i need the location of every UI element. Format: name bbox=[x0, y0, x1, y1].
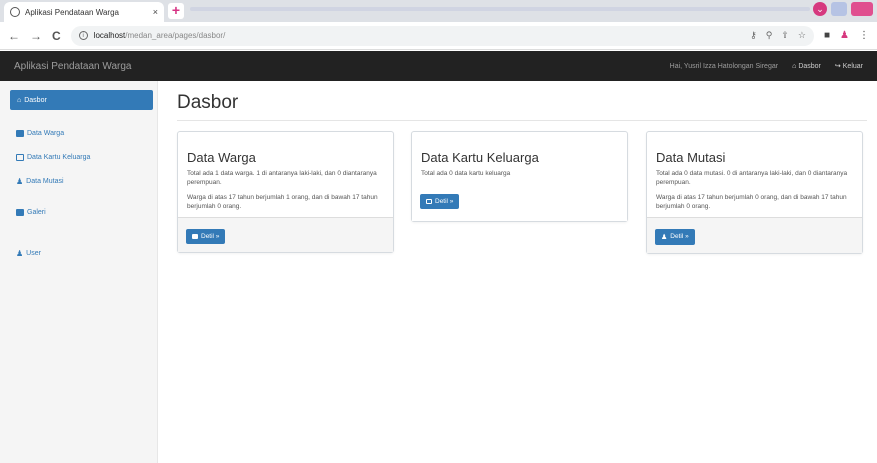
site-info-icon[interactable]: i bbox=[78, 31, 88, 40]
list-icon bbox=[16, 130, 24, 137]
user-move-icon: ♟ bbox=[661, 233, 668, 241]
nav-dasbor-link[interactable]: ⌂ Dasbor bbox=[792, 63, 821, 70]
sidebar-item-data-warga[interactable]: Data Warga bbox=[16, 130, 64, 137]
share-icon[interactable]: ⇪ bbox=[781, 30, 789, 41]
card-icon bbox=[16, 154, 24, 161]
card-footer: ♟ Detil » bbox=[647, 216, 862, 253]
sidebar-item-data-mutasi[interactable]: ♟ Data Mutasi bbox=[16, 177, 64, 186]
url-bar[interactable]: i localhost /medan_area/pages/dasbor/ ⚷ … bbox=[70, 25, 814, 46]
sidebar-item-label: Dasbor bbox=[24, 96, 47, 104]
menu-dots-icon[interactable]: ⋮ bbox=[859, 30, 869, 41]
tab-close-icon[interactable]: × bbox=[153, 7, 158, 17]
url-path: /medan_area/pages/dasbor/ bbox=[125, 31, 226, 40]
new-tab-button[interactable]: + bbox=[168, 3, 184, 19]
card-text: Total ada 0 data kartu keluarga bbox=[421, 170, 511, 177]
button-label: Detil » bbox=[201, 232, 220, 240]
detil-data-mutasi-button[interactable]: ♟ Detil » bbox=[655, 228, 695, 245]
card-footer: Detil » bbox=[412, 183, 627, 222]
window-controls: ⌄ bbox=[813, 2, 873, 16]
sidebar-item-galeri[interactable]: Galeri bbox=[16, 209, 46, 216]
card-data-kartu-keluarga: Data Kartu Keluarga Total ada 0 data kar… bbox=[411, 131, 628, 223]
logout-icon: ↪ bbox=[834, 63, 841, 70]
card-text: Warga di atas 17 tahun berjumlah 1 orang… bbox=[187, 193, 378, 211]
sidebar: ⌂ Dasbor Data Warga Data Kartu Keluarga … bbox=[0, 81, 158, 463]
card-body: Data Warga Total ada 1 data warga. 1 di … bbox=[178, 132, 393, 212]
sidebar-item-label: User bbox=[26, 250, 41, 257]
picture-icon bbox=[16, 209, 24, 216]
home-icon: ⌂ bbox=[17, 96, 22, 104]
title-divider bbox=[177, 120, 867, 121]
key-icon[interactable]: ⚷ bbox=[750, 30, 757, 41]
button-label: Detil » bbox=[670, 233, 689, 241]
button-label: Detil » bbox=[435, 198, 454, 206]
minimize-button[interactable] bbox=[831, 2, 847, 16]
nav-dasbor-label: Dasbor bbox=[798, 62, 821, 70]
detil-data-kartu-keluarga-button[interactable]: Detil » bbox=[420, 194, 460, 210]
sidebar-item-label: Data Warga bbox=[27, 130, 65, 137]
sidebar-item-dasbor[interactable]: ⌂ Dasbor bbox=[10, 90, 153, 110]
sidebar-item-label: Galeri bbox=[27, 209, 46, 216]
tabstrip-decoration bbox=[190, 7, 810, 11]
tab-search-icon[interactable]: ⌄ bbox=[813, 2, 827, 16]
card-body: Data Mutasi Total ada 0 data mutasi. 0 d… bbox=[647, 132, 862, 212]
home-icon: ⌂ bbox=[792, 62, 797, 70]
card-data-mutasi: Data Mutasi Total ada 0 data mutasi. 0 d… bbox=[646, 131, 863, 254]
extension-icon[interactable]: ♟ bbox=[840, 30, 849, 41]
zoom-icon[interactable]: ⚲ bbox=[766, 30, 773, 41]
browser-tab[interactable]: Aplikasi Pendataan Warga × bbox=[4, 2, 164, 22]
bookmark-star-icon[interactable]: ☆ bbox=[798, 30, 806, 41]
card-body: Data Kartu Keluarga Total ada 0 data kar… bbox=[412, 132, 627, 178]
url-actions: ⚷ ⚲ ⇪ ☆ bbox=[750, 30, 806, 41]
site-favicon-icon bbox=[10, 7, 20, 17]
card-text: Total ada 0 data mutasi. 0 di antaranya … bbox=[656, 170, 848, 187]
browser-tabstrip: Aplikasi Pendataan Warga × + ⌄ bbox=[0, 0, 877, 22]
card-title: Data Kartu Keluarga bbox=[421, 150, 539, 165]
card-text: Warga di atas 17 tahun berjumlah 0 orang… bbox=[656, 193, 847, 211]
back-icon[interactable]: ← bbox=[8, 29, 20, 43]
user-greeting: Hai, Yusril Izza Hatolongan Siregar bbox=[669, 62, 779, 70]
forward-icon[interactable]: → bbox=[30, 29, 42, 43]
card-text: Total ada 1 data warga. 1 di antaranya l… bbox=[187, 170, 377, 187]
navbar-right: Hai, Yusril Izza Hatolongan Siregar ⌂ Das… bbox=[669, 62, 863, 71]
app-brand[interactable]: Aplikasi Pendataan Warga bbox=[14, 61, 131, 72]
close-window-button[interactable] bbox=[851, 2, 873, 16]
sidebar-item-user[interactable]: ♟ User bbox=[16, 249, 41, 258]
toolbar-right: ■ ♟ ⋮ bbox=[824, 30, 869, 41]
sidebar-item-label: Data Mutasi bbox=[26, 178, 64, 185]
card-data-warga: Data Warga Total ada 1 data warga. 1 di … bbox=[177, 131, 394, 253]
page-title: Dasbor bbox=[177, 92, 239, 113]
card-title: Data Mutasi bbox=[656, 150, 726, 165]
sidebar-item-label: Data Kartu Keluarga bbox=[27, 154, 91, 161]
browser-toolbar: ← → C i localhost /medan_area/pages/dasb… bbox=[0, 22, 877, 50]
card-footer: Detil » bbox=[178, 216, 393, 252]
detil-data-warga-button[interactable]: Detil » bbox=[186, 228, 226, 244]
user-icon: ♟ bbox=[16, 249, 24, 258]
url-host: localhost bbox=[93, 31, 126, 40]
tab-title: Aplikasi Pendataan Warga bbox=[25, 7, 119, 17]
list-icon bbox=[192, 233, 198, 239]
app-navbar: Aplikasi Pendataan Warga Hai, Yusril Izz… bbox=[0, 51, 877, 81]
nav-keluar-label: Keluar bbox=[842, 63, 863, 70]
card-title: Data Warga bbox=[187, 150, 256, 165]
nav-keluar-link[interactable]: ↪ Keluar bbox=[835, 62, 863, 70]
reload-icon[interactable]: C bbox=[52, 29, 61, 43]
card-icon bbox=[426, 199, 432, 205]
user-move-icon: ♟ bbox=[16, 177, 24, 186]
sidepanel-icon[interactable]: ■ bbox=[824, 30, 830, 41]
sidebar-item-data-kartu-keluarga[interactable]: Data Kartu Keluarga bbox=[16, 154, 90, 161]
